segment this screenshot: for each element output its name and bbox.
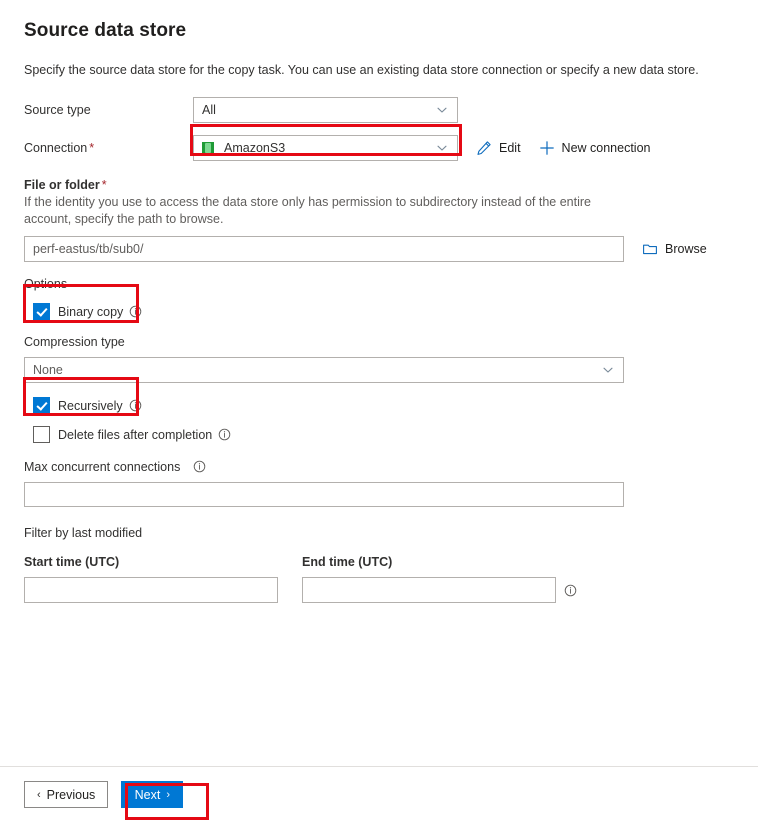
file-or-folder-label: File or folder * [24, 177, 734, 194]
delete-files-label: Delete files after completion [58, 427, 213, 442]
pencil-icon [476, 140, 492, 156]
compression-type-dropdown[interactable]: None [24, 357, 624, 383]
plus-icon [539, 140, 555, 156]
file-path-value: perf-eastus/tb/sub0/ [33, 242, 144, 256]
source-type-dropdown[interactable]: All [193, 97, 458, 123]
previous-button[interactable]: ‹ Previous [24, 781, 109, 808]
info-icon[interactable] [193, 460, 206, 473]
chevron-left-icon: ‹ [37, 788, 41, 801]
file-path-row: perf-eastus/tb/sub0/ Browse [24, 236, 734, 262]
binary-copy-label: Binary copy [58, 304, 124, 319]
source-type-row: Source type All [24, 97, 734, 123]
binary-copy-checkbox[interactable] [33, 303, 50, 320]
edit-connection-button[interactable]: Edit [476, 140, 521, 156]
connection-dropdown[interactable]: AmazonS3 [193, 135, 458, 161]
end-time-label: End time (UTC) [302, 555, 393, 569]
new-connection-button[interactable]: New connection [539, 140, 651, 156]
connection-required-mark: * [89, 141, 95, 155]
max-concurrent-connections-input[interactable] [24, 482, 624, 507]
connection-label: Connection * [24, 141, 193, 155]
file-or-folder-helper: If the identity you use to access the da… [24, 195, 591, 226]
compression-type-label: Compression type [24, 335, 125, 349]
info-icon[interactable] [218, 428, 231, 441]
chevron-down-icon [435, 141, 449, 155]
next-button-label: Next [134, 787, 161, 802]
recursively-row[interactable]: Recursively [33, 397, 734, 414]
end-time-input[interactable] [302, 577, 556, 603]
start-time-label: Start time (UTC) [24, 555, 120, 569]
time-labels-row: Start time (UTC) End time (UTC) [24, 554, 734, 571]
chevron-down-icon [601, 363, 615, 377]
delete-files-checkbox[interactable] [33, 426, 50, 443]
connection-row: Connection * AmazonS3 Edit New connectio… [24, 135, 734, 161]
max-concurrent-connections-label-text: Max concurrent connections [24, 460, 181, 474]
new-connection-label: New connection [561, 141, 651, 155]
connection-value: AmazonS3 [224, 141, 286, 155]
connection-label-text: Connection [24, 141, 88, 155]
start-time-input[interactable] [24, 577, 278, 603]
info-icon[interactable] [129, 305, 142, 318]
options-label: Options [24, 277, 68, 291]
amazon-s3-icon [202, 142, 214, 154]
form-content: Source data store Specify the source dat… [0, 0, 758, 766]
source-data-store-page: Source data store Specify the source dat… [0, 0, 758, 822]
edit-connection-label: Edit [499, 141, 521, 155]
source-type-label: Source type [24, 103, 91, 117]
wizard-footer: ‹ Previous Next › [0, 766, 758, 822]
binary-copy-row[interactable]: Binary copy [33, 303, 734, 320]
delete-files-row[interactable]: Delete files after completion [33, 426, 734, 443]
filter-by-last-modified-label: Filter by last modified [24, 526, 143, 540]
folder-icon [642, 241, 658, 257]
recursively-checkbox[interactable] [33, 397, 50, 414]
next-button[interactable]: Next › [121, 781, 184, 808]
page-title: Source data store [24, 20, 187, 41]
browse-button[interactable]: Browse [642, 241, 707, 257]
compression-type-value: None [33, 363, 63, 377]
source-type-value: All [202, 103, 216, 117]
file-or-folder-label-text: File or folder [24, 178, 100, 192]
chevron-right-icon: › [166, 788, 170, 801]
chevron-down-icon [435, 103, 449, 117]
file-path-input[interactable]: perf-eastus/tb/sub0/ [24, 236, 624, 262]
page-description: Specify the source data store for the co… [24, 63, 699, 77]
info-icon[interactable] [564, 584, 577, 597]
file-or-folder-required-mark: * [101, 178, 107, 192]
time-inputs-row [24, 577, 734, 603]
recursively-label: Recursively [58, 398, 123, 413]
previous-button-label: Previous [46, 787, 96, 802]
browse-label: Browse [665, 242, 707, 256]
info-icon[interactable] [129, 399, 142, 412]
max-concurrent-connections-label: Max concurrent connections [24, 459, 734, 476]
